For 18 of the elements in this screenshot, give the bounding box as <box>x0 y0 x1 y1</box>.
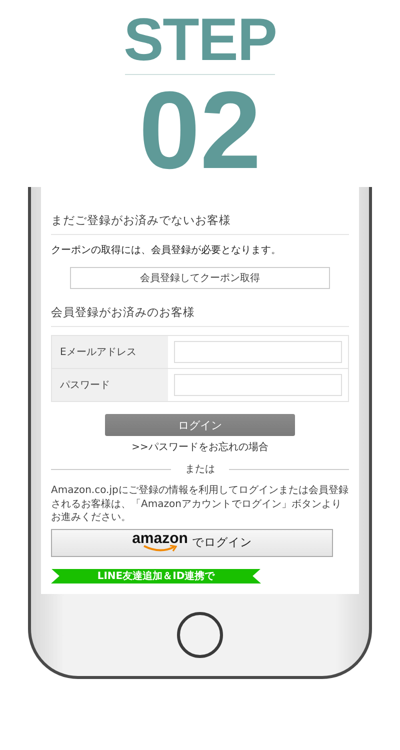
amazon-note: Amazon.co.jpにご登録の情報を利用してログインまたは会員登録されるお客様は、「Amazonアカウントでログイン」ボタンよりお進みください。 <box>51 484 349 524</box>
field-label: Eメールアドレス <box>52 336 168 368</box>
amazon-login-button[interactable]: amazon でログイン <box>51 528 333 556</box>
home-button[interactable] <box>177 612 223 658</box>
field-label: パスワード <box>52 369 168 401</box>
step-number: 02 <box>138 79 262 183</box>
step-label: STEP <box>124 10 276 70</box>
smile-arrow-icon <box>142 545 177 553</box>
input-field[interactable] <box>174 341 342 363</box>
login-button[interactable]: ログイン <box>105 414 295 436</box>
section-heading: 会員登録がお済みのお客様 <box>51 293 349 327</box>
divider-label: または <box>185 463 215 476</box>
coupon-note: クーポンの取得には、会員登録が必要となります。 <box>51 244 282 257</box>
register-button[interactable]: 会員登録してクーポン取得 <box>70 267 330 289</box>
section-heading: まだご登録がお済みでないお客様 <box>51 201 349 235</box>
input-field[interactable] <box>174 374 342 396</box>
forgot-password-link[interactable]: >>パスワードをお忘れの場合 <box>132 440 268 454</box>
amazon-logo: amazon <box>132 532 188 546</box>
